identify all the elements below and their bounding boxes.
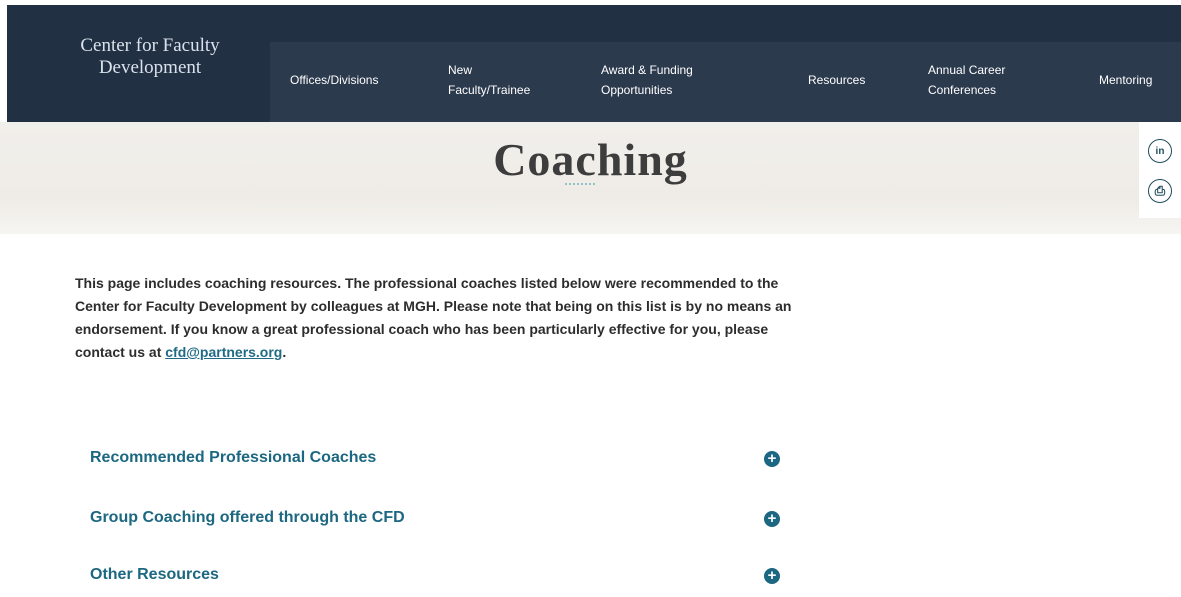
logo-line-1: Center for Faculty [80, 35, 220, 56]
page-title: Coaching [493, 134, 688, 185]
linkedin-icon[interactable]: in [1148, 139, 1172, 163]
intro-suffix: . [282, 344, 287, 360]
accordion-other-resources[interactable]: Other Resources + [90, 563, 780, 589]
accordion-label: Recommended Professional Coaches [90, 449, 377, 466]
plus-circle-icon[interactable]: + [764, 511, 780, 527]
share-bar: in ⎙ [1139, 122, 1181, 218]
nav-item-new-faculty-trainee[interactable]: New Faculty/Trainee [448, 60, 530, 100]
nav-label: Offices/Divisions [290, 73, 379, 87]
nav-item-offices-divisions[interactable]: Offices/Divisions [290, 70, 378, 90]
nav-item-mentoring[interactable]: Mentoring [1099, 70, 1152, 90]
plus-circle-icon[interactable]: + [764, 568, 780, 584]
intro-paragraph: This page includes coaching resources. T… [75, 272, 805, 364]
nav-label: Annual Career [928, 63, 1006, 77]
nav-item-annual-career-conferences[interactable]: Annual Career Conferences [928, 60, 1005, 100]
nav-label: Resources [808, 73, 866, 87]
nav-label: New [448, 63, 473, 77]
nav-item-resources[interactable]: Resources [808, 70, 865, 90]
site-logo[interactable]: Center for Faculty Development [55, 35, 245, 79]
title-divider [565, 183, 595, 185]
accordion-label: Group Coaching offered through the CFD [90, 509, 405, 526]
logo-line-2: Development [98, 57, 202, 78]
accordion-recommended-coaches[interactable]: Recommended Professional Coaches + [90, 446, 780, 472]
nav-label: Mentoring [1099, 73, 1153, 87]
accordion-label: Other Resources [90, 566, 219, 583]
nav-label: Opportunities [601, 83, 673, 97]
nav-label: Faculty/Trainee [448, 83, 531, 97]
email-link[interactable]: cfd@partners.org [165, 344, 282, 360]
main-nav: Offices/Divisions New Faculty/Trainee Aw… [263, 42, 1181, 122]
print-icon[interactable]: ⎙ [1148, 179, 1172, 203]
plus-circle-icon[interactable]: + [764, 451, 780, 467]
accordion-group-coaching[interactable]: Group Coaching offered through the CFD + [90, 506, 780, 532]
nav-label: Award & Funding [601, 63, 693, 77]
nav-label: Conferences [928, 83, 997, 97]
nav-item-award-funding[interactable]: Award & Funding Opportunities [601, 60, 693, 100]
